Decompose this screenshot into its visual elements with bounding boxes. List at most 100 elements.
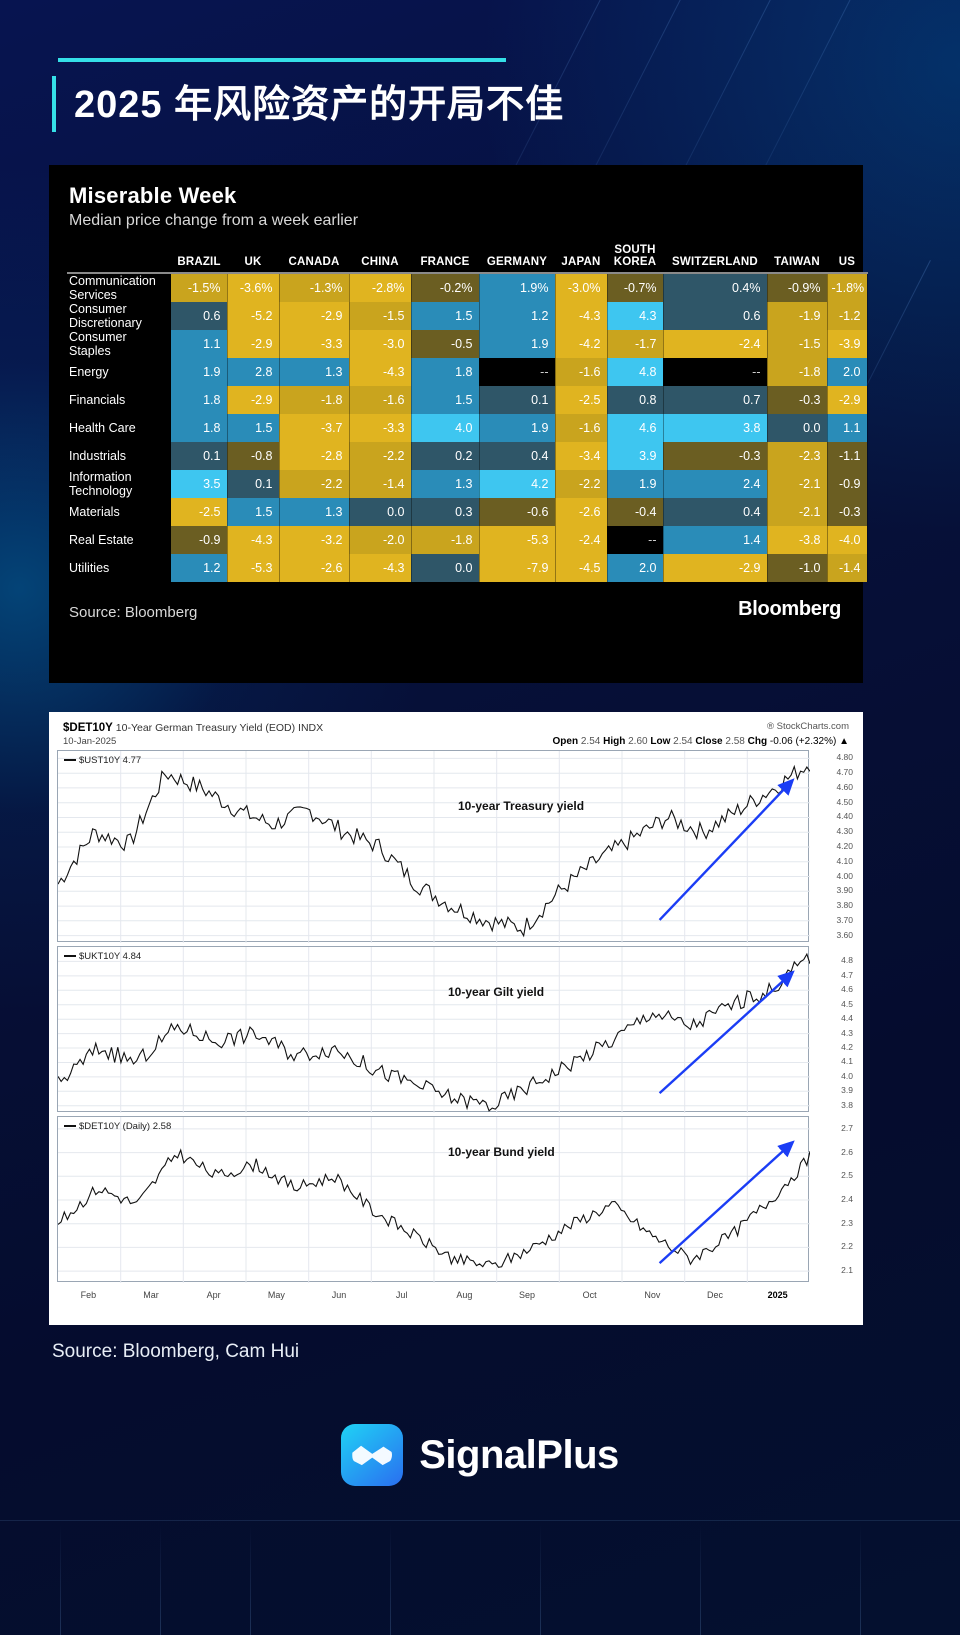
y-tick-label: 4.70 [836,767,853,778]
cell-7-5: 4.2 [479,470,556,498]
cell-9-3: -2.0 [349,526,412,554]
cell-3-8: -- [663,358,768,386]
row-label: Communication Services [67,273,171,302]
x-tick-label: Aug [456,1290,473,1300]
brand-logo: SignalPlus [0,1424,960,1486]
y-tick-label: 3.8 [841,1099,853,1110]
y-tick-label: 3.70 [836,914,853,925]
cell-7-10: -0.9 [827,470,868,498]
table-row: Communication Services -1.5% -3.6% -1.3% -2.… [67,273,868,302]
cell-10-1: -5.3 [227,554,280,582]
cell-7-9: -2.1 [767,470,828,498]
row-label: Health Care [67,414,171,442]
cell-3-9: -1.8 [767,358,828,386]
cell-5-2: -3.7 [279,414,350,442]
cell-3-0: 1.9 [171,358,228,386]
cell-4-4: 1.5 [411,386,480,414]
cell-1-5: 1.2 [479,302,556,330]
cell-3-2: 1.3 [279,358,350,386]
cell-6-3: -2.2 [349,442,412,470]
pane-title-3: 10-year Bund yield [448,1145,555,1159]
row-label: Consumer Staples [67,330,171,358]
headline-accent-bar [52,76,56,132]
cell-5-4: 4.0 [411,414,480,442]
cell-5-10: 1.1 [827,414,868,442]
legend-swatch-icon [64,955,76,958]
header-blank [67,244,171,274]
y-tick-label: 4.2 [841,1042,853,1053]
cell-5-6: -1.6 [555,414,608,442]
sector-country-table: BRAZIL UK CANADA CHINA FRANCE GERMANY JAPAN SOU… [67,244,868,582]
pane-title-1: 10-year Treasury yield [458,799,585,813]
cell-8-1: 1.5 [227,498,280,526]
row-label: Real Estate [67,526,171,554]
cell-4-7: 0.8 [607,386,664,414]
y-tick-label: 3.90 [836,885,853,896]
cell-4-9: -0.3 [767,386,828,414]
table-header-row: BRAZIL UK CANADA CHINA FRANCE GERMANY JAPAN SOU… [67,244,867,274]
cell-0-7: -0.7% [607,273,664,302]
cell-5-0: 1.8 [171,414,228,442]
cell-9-4: -1.8 [411,526,480,554]
cell-5-9: 0.0 [767,414,828,442]
column-header-us: US [827,244,867,274]
column-header-taiwan: TAIWAN [767,244,827,274]
row-label: Utilities [67,554,171,582]
cell-9-0: -0.9 [171,526,228,554]
chart-x-axis: Feb Mar Apr May Jun Jul Aug Sep Oct Nov Dec 2025 [57,1290,809,1308]
cell-0-10: -1.8% [827,273,868,302]
cell-10-10: -1.4 [827,554,868,582]
cell-4-5: 0.1 [479,386,556,414]
y-tick-label: 2.3 [841,1217,853,1228]
cell-4-2: -1.8 [279,386,350,414]
legend-swatch-icon [64,759,76,762]
x-tick-label: Nov [644,1290,661,1300]
y-axis-1: 4.80 4.70 4.60 4.50 4.40 4.30 4.20 4.10 4.00 3.90… [811,750,855,942]
high-value: 2.60 [628,736,648,747]
cell-7-7: 1.9 [607,470,664,498]
cell-3-10: 2.0 [827,358,868,386]
y-tick-label: 3.80 [836,900,853,911]
cell-10-4: 0.0 [411,554,480,582]
cell-1-8: 0.6 [663,302,768,330]
cell-8-8: 0.4 [663,498,768,526]
table-row: Consumer Staples 1.1 -2.9 -3.3 -3.0 -0.5 1.9 -4… [67,330,868,358]
chart-pane-1: $UST10Y 4.77 10-year Treasury yield 4.80 4.… [57,750,855,943]
cell-7-8: 2.4 [663,470,768,498]
cell-8-9: -2.1 [767,498,828,526]
cell-2-9: -1.5 [767,330,828,358]
stockcharts-brand: ® StockCharts.com [767,721,849,732]
y-tick-label: 4.50 [836,796,853,807]
headline-top-rule [58,58,506,62]
cell-9-10: -4.0 [827,526,868,554]
signalplus-mark-icon [341,1424,404,1486]
cell-3-4: 1.8 [411,358,480,386]
close-value: 2.58 [725,736,745,747]
y-axis-2: 4.8 4.7 4.6 4.5 4.4 4.3 4.2 4.1 4.0 3.9 3.8 [811,946,855,1112]
cell-10-7: 2.0 [607,554,664,582]
cell-0-8: 0.4% [663,273,768,302]
cell-1-1: -5.2 [227,302,280,330]
x-tick-label: Oct [582,1290,597,1300]
chart-header: $DET10Y 10-Year German Treasury Yield (E… [63,722,323,734]
table-row: Information Technology 3.5 0.1 -2.2 -1.4 1.3 4… [67,470,868,498]
cell-8-0: -2.5 [171,498,228,526]
footer-source: Source: Bloomberg, Cam Hui [52,1341,300,1362]
cell-0-6: -3.0% [555,273,608,302]
cell-2-5: 1.9 [479,330,556,358]
cell-6-10: -1.1 [827,442,868,470]
cell-2-4: -0.5 [411,330,480,358]
column-header-uk: UK [227,244,279,274]
cell-4-3: -1.6 [349,386,412,414]
cell-2-2: -3.3 [279,330,350,358]
cell-1-7: 4.3 [607,302,664,330]
y-tick-label: 3.60 [836,929,853,940]
low-value: 2.54 [673,736,693,747]
cell-3-3: -4.3 [349,358,412,386]
cell-9-7: -- [607,526,664,554]
pane-legend-text: $UKT10Y 4.84 [79,951,142,962]
y-tick-label: 4.4 [841,1013,853,1024]
table-title: Miserable Week [69,183,237,208]
cell-8-7: -0.4 [607,498,664,526]
chg-value: -0.06 (+2.32%) ▲ [769,736,849,747]
